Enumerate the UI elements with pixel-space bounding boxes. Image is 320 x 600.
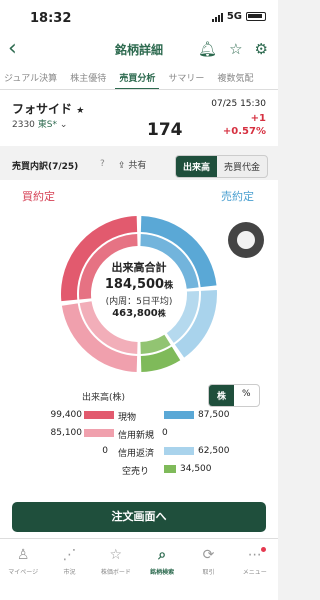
star-add-icon[interactable]: ☆	[229, 40, 242, 58]
row-margin-new: 85,100 信用新規 0	[50, 428, 168, 441]
value-toggle[interactable]: 売買代金	[217, 156, 267, 177]
buy-margin-bar	[84, 429, 114, 437]
stock-price: 174	[147, 120, 183, 140]
stock-code: 2330	[12, 120, 35, 130]
nav-menu[interactable]: ⋯ メニュー	[232, 539, 278, 600]
breakdown-label: 売買内訳(7/25)	[12, 162, 79, 172]
chevron-down-icon[interactable]: ⌄	[60, 120, 68, 130]
total-volume-unit: 株	[164, 281, 174, 291]
status-time: 18:32	[30, 11, 72, 26]
signal-icon	[211, 12, 223, 22]
row-margin-return: 0 信用返済 62,500	[102, 446, 230, 459]
search-icon: ⌕	[158, 547, 167, 563]
price-change: +1	[250, 113, 266, 124]
tab-quotes[interactable]: 複数気配	[214, 64, 258, 84]
sell-label: 売約定	[221, 190, 254, 203]
nav-search[interactable]: ⌕ 銘柄検索	[139, 539, 185, 600]
stock-header: フォサイド ★ 2330 東S* ⌄ 07/25 15:30 174 +1 +0.…	[0, 90, 278, 146]
weekly-avg-label: (内周：5日平均)	[105, 297, 173, 307]
sell-margin-return-bar	[164, 447, 194, 455]
unit-shares-toggle[interactable]: 株	[209, 385, 235, 406]
help-icon[interactable]: ?	[100, 159, 105, 169]
market-icon: ⋰	[62, 547, 77, 563]
person-icon: ♙	[16, 547, 30, 563]
star-board-icon: ☆	[109, 547, 123, 563]
quote-datetime: 07/25 15:30	[211, 99, 266, 109]
share-icon: ⇪	[118, 161, 126, 171]
unit-toggle: 株 %	[208, 384, 260, 407]
tab-strip: ジュアル決算 株主優待 売買分析 サマリー 複数気配	[0, 64, 278, 90]
status-bar: 18:32 5G	[0, 0, 278, 36]
price-change-pct: +0.57%	[222, 126, 266, 137]
favorite-star-icon[interactable]: ★	[76, 106, 84, 116]
bottom-nav: ♙ マイページ ⋰ 市況 ☆ 株価ボード ⌕ 銘柄検索 ⟳ 取引 ⋯ メニュー	[0, 538, 278, 600]
nav-trade[interactable]: ⟳ 取引	[185, 539, 231, 600]
buy-label: 買約定	[22, 190, 55, 203]
breakdown-header: 売買内訳(7/25) ? ⇪ 共有 出来高 売買代金	[0, 150, 278, 180]
order-screen-button[interactable]: 注文画面へ	[12, 502, 266, 532]
menu-icon: ⋯	[247, 547, 266, 563]
row-spot: 99,400 現物 87,500	[50, 410, 230, 423]
nav-bar: ‹ 銘柄詳細 🔔︎ ☆ ⚙︎	[0, 36, 278, 64]
stock-name: フォサイド	[12, 102, 73, 116]
bell-add-icon[interactable]: 🔔︎	[198, 40, 217, 58]
total-volume-title: 出来高合計	[111, 261, 167, 274]
share-button[interactable]: ⇪ 共有	[118, 158, 146, 171]
row-short: 空売り 34,500	[122, 464, 212, 477]
weekly-avg-unit: 株	[157, 309, 166, 318]
nav-mypage[interactable]: ♙ マイページ	[0, 539, 46, 600]
battery-icon	[246, 12, 266, 21]
buy-spot-bar	[84, 411, 114, 419]
nav-market[interactable]: ⋰ 市況	[46, 539, 92, 600]
gear-icon[interactable]: ⚙︎	[255, 40, 268, 58]
tab-visual-results[interactable]: ジュアル決算	[0, 64, 61, 84]
volume-toggle[interactable]: 出来高	[175, 156, 217, 177]
tab-benefits[interactable]: 株主優待	[66, 64, 110, 84]
total-volume: 184,500	[104, 277, 165, 292]
nav-board[interactable]: ☆ 株価ボード	[93, 539, 139, 600]
tab-summary[interactable]: サマリー	[164, 64, 208, 84]
metric-toggle: 出来高 売買代金	[174, 155, 268, 178]
market-selector[interactable]: 東S*	[38, 120, 57, 130]
short-sell-bar	[164, 465, 176, 473]
trade-icon: ⟳	[202, 547, 215, 563]
sell-spot-bar	[164, 411, 194, 419]
tab-trade-analysis[interactable]: 売買分析	[115, 64, 160, 89]
floating-action-button[interactable]	[228, 222, 264, 258]
donut-center: 出来高合計 184,500株 (内周：5日平均) 463,800株	[59, 214, 219, 374]
network-label: 5G	[226, 11, 242, 22]
unit-pct-toggle[interactable]: %	[234, 385, 259, 406]
weekly-avg-volume: 463,800	[112, 308, 158, 319]
unit-label: 出来高(株)	[82, 393, 126, 403]
